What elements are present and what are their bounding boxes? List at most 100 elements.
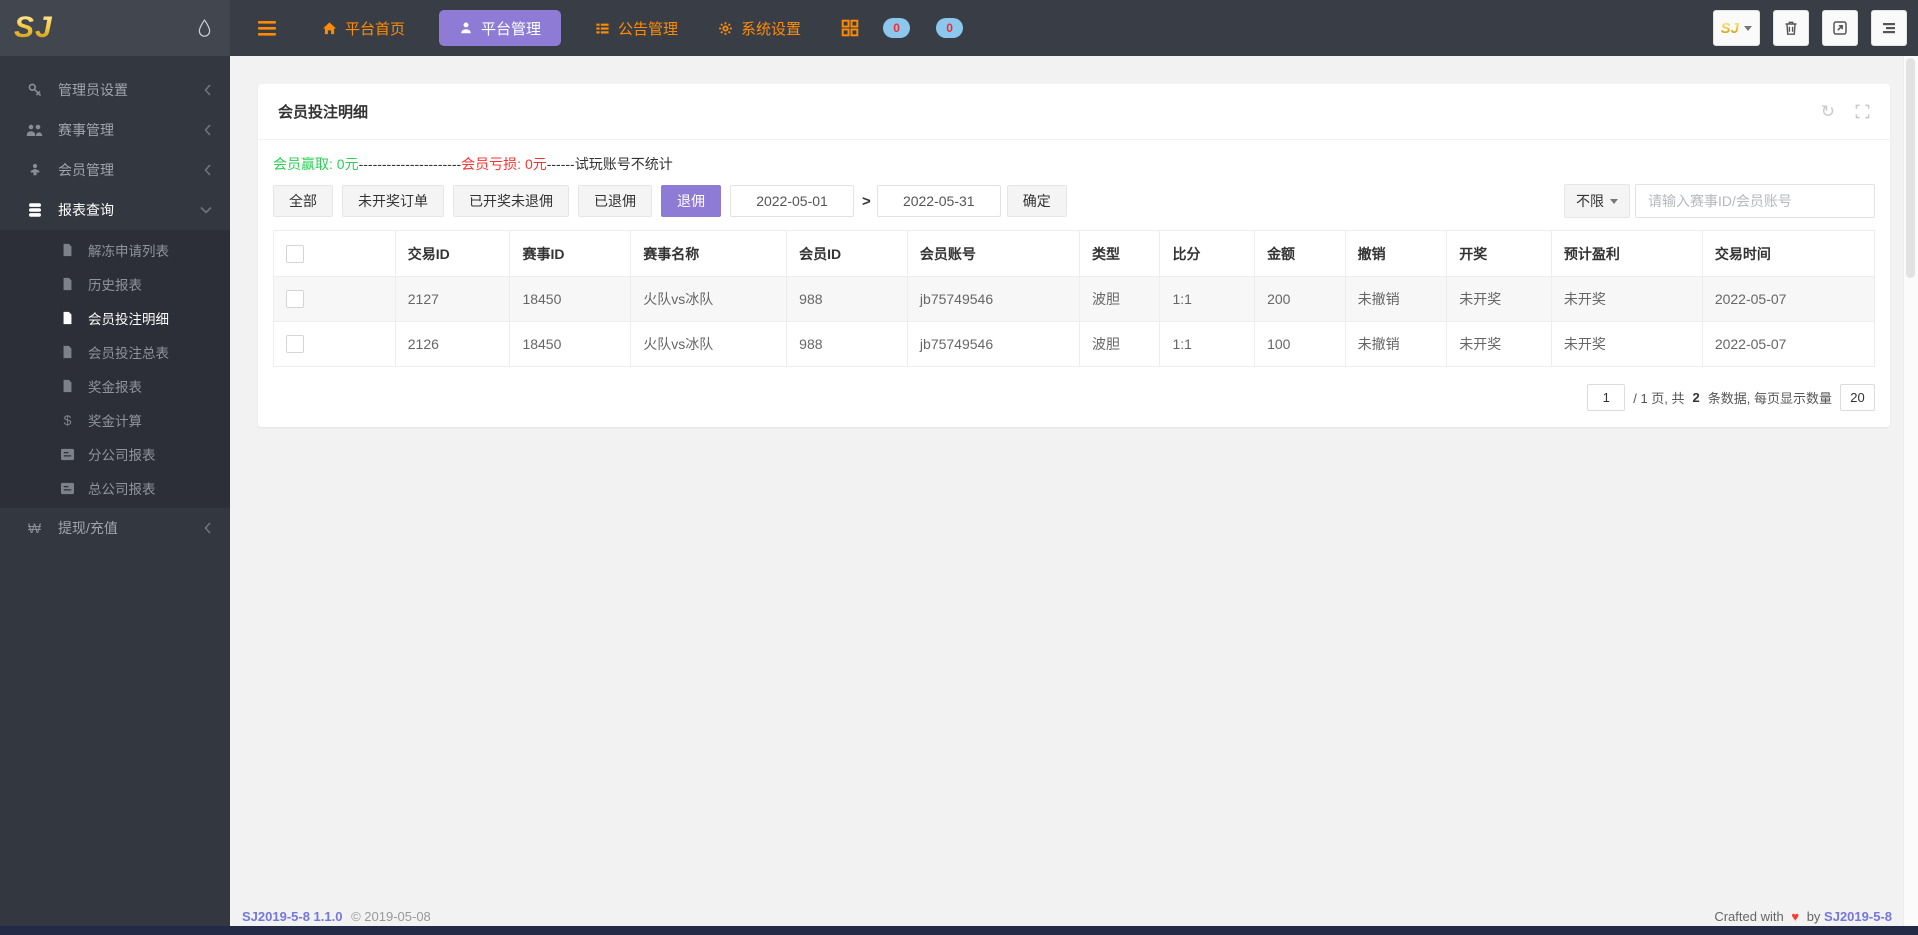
- cell-expected-profit: 未开奖: [1551, 277, 1702, 322]
- sidebar-subitem-branch-report[interactable]: 分公司报表: [0, 437, 230, 471]
- footer-left: SJ2019-5-8 1.1.0 © 2019-05-08: [242, 909, 431, 924]
- notification-badge-2[interactable]: 0: [936, 18, 963, 38]
- footer-right: Crafted with ♥ by SJ2019-5-8: [1714, 909, 1892, 924]
- column-header-score: 比分: [1160, 231, 1255, 277]
- fullscreen-icon[interactable]: [1855, 104, 1870, 119]
- page-size-input[interactable]: [1840, 384, 1875, 411]
- bets-table: 交易ID 赛事ID 赛事名称 会员ID 会员账号 类型 比分 金额 撤销 开奖: [273, 230, 1875, 367]
- card-header: 会员投注明细 ↻: [258, 84, 1890, 140]
- filter-commissioned-button[interactable]: 已退佣: [578, 185, 652, 217]
- announcement-list-icon: [595, 21, 610, 36]
- refresh-icon[interactable]: ↻: [1821, 103, 1835, 120]
- dollar-icon: $: [60, 413, 75, 427]
- page-number-input[interactable]: [1587, 384, 1625, 411]
- filter-commission-button[interactable]: 退佣: [661, 185, 721, 217]
- menu-toggle-icon[interactable]: [258, 21, 276, 36]
- cell-score: 1:1: [1160, 277, 1255, 322]
- filter-all-button[interactable]: 全部: [273, 185, 333, 217]
- chevron-down-icon: [200, 206, 212, 214]
- cell-cancel: 未撤销: [1345, 277, 1447, 322]
- chevron-left-icon: [204, 164, 212, 176]
- scope-dropdown-button[interactable]: 不限: [1564, 184, 1630, 218]
- cell-trade-id: 2127: [395, 277, 510, 322]
- caret-down-icon: [1744, 26, 1752, 31]
- database-icon: [26, 202, 43, 218]
- logo-area: SJ: [0, 0, 230, 56]
- sidebar-subitem-prize-report[interactable]: 奖金报表: [0, 369, 230, 403]
- grid-apps-icon[interactable]: [841, 19, 859, 37]
- cell-member-account: jb75749546: [907, 277, 1079, 322]
- cell-draw: 未开奖: [1447, 277, 1552, 322]
- footer-brand-link[interactable]: SJ2019-5-8: [1824, 909, 1892, 924]
- sidebar-subitem-prize-calculation[interactable]: $ 奖金计算: [0, 403, 230, 437]
- sidebar-subitem-member-bet-details[interactable]: 会员投注明细: [0, 301, 230, 335]
- table-header-row: 交易ID 赛事ID 赛事名称 会员ID 会员账号 类型 比分 金额 撤销 开奖: [274, 231, 1875, 277]
- column-header-trade-id: 交易ID: [395, 231, 510, 277]
- select-all-checkbox[interactable]: [286, 245, 304, 263]
- confirm-button[interactable]: 确定: [1007, 185, 1067, 217]
- sidebar-subitem-history-report[interactable]: 历史报表: [0, 267, 230, 301]
- nav-item-system-settings[interactable]: 系统设置: [698, 10, 821, 46]
- filter-drawn-uncommissioned-button[interactable]: 已开奖未退佣: [453, 185, 569, 217]
- gear-icon: [718, 21, 733, 36]
- sidebar-subitem-unfreeze-requests[interactable]: 解冻申请列表: [0, 233, 230, 267]
- nav-item-announcements[interactable]: 公告管理: [575, 10, 698, 46]
- nav-item-platform-admin[interactable]: 平台管理: [439, 10, 561, 46]
- sidebar-subitem-label: 奖金计算: [88, 410, 142, 430]
- scrollbar-thumb[interactable]: [1906, 58, 1915, 278]
- table-row[interactable]: 2127 18450 火队vs冰队 988 jb75749546 波胆 1:1 …: [274, 277, 1875, 322]
- sidebar-item-label: 赛事管理: [58, 120, 114, 140]
- users-group-icon: [26, 123, 43, 138]
- search-input[interactable]: [1635, 184, 1875, 218]
- cell-match-id: 18450: [510, 277, 631, 322]
- sidebar-subitem-label: 分公司报表: [88, 444, 156, 464]
- table-row[interactable]: 2126 18450 火队vs冰队 988 jb75749546 波胆 1:1 …: [274, 322, 1875, 367]
- key-icon: [26, 82, 43, 98]
- pagination: / 1 页, 共 2 条数据, 每页显示数量: [273, 384, 1875, 411]
- cell-member-account: jb75749546: [907, 322, 1079, 367]
- select-all-cell: [274, 231, 396, 277]
- topbar-right-actions: SJ: [1713, 10, 1918, 46]
- notification-badge-1[interactable]: 0: [883, 18, 910, 38]
- home-icon: [322, 21, 337, 36]
- sidebar-item-withdraw-deposit[interactable]: ₩ 提现/充值: [0, 508, 230, 548]
- date-to-input[interactable]: [877, 185, 1001, 217]
- sidebar-item-reports[interactable]: 报表查询: [0, 190, 230, 230]
- sidebar-item-match-management[interactable]: 赛事管理: [0, 110, 230, 150]
- open-external-button[interactable]: [1822, 10, 1858, 46]
- sidebar-item-label: 提现/充值: [58, 518, 118, 538]
- pagination-text-after: 条数据, 每页显示数量: [1708, 388, 1832, 407]
- sidebar-subitem-head-office-report[interactable]: 总公司报表: [0, 471, 230, 505]
- win-value: 0元: [337, 156, 359, 172]
- water-drop-icon[interactable]: [197, 18, 212, 39]
- mini-logo: SJ: [1721, 20, 1739, 37]
- footer-by-text: by: [1807, 909, 1821, 924]
- clear-cache-button[interactable]: [1773, 10, 1809, 46]
- sidebar: 管理员设置 赛事管理: [0, 56, 230, 935]
- theme-logo-dropdown-button[interactable]: SJ: [1713, 10, 1760, 46]
- cell-trade-time: 2022-05-07: [1702, 277, 1874, 322]
- footer-version-link[interactable]: SJ2019-5-8 1.1.0: [242, 909, 342, 924]
- more-menu-button[interactable]: [1871, 10, 1907, 46]
- row-checkbox[interactable]: [286, 290, 304, 308]
- filter-undrawn-orders-button[interactable]: 未开奖订单: [342, 185, 444, 217]
- sidebar-item-admin-settings[interactable]: 管理员设置: [0, 70, 230, 110]
- cell-cancel: 未撤销: [1345, 322, 1447, 367]
- nav-item-platform-home[interactable]: 平台首页: [302, 10, 425, 46]
- external-link-icon: [1832, 20, 1848, 36]
- sidebar-item-member-management[interactable]: 会员管理: [0, 150, 230, 190]
- heart-icon: ♥: [1791, 909, 1799, 924]
- nav-label: 系统设置: [741, 18, 801, 39]
- row-select-cell: [274, 277, 396, 322]
- date-from-input[interactable]: [730, 185, 854, 217]
- sidebar-subitem-label: 会员投注明细: [88, 308, 169, 328]
- column-header-member-id: 会员ID: [787, 231, 908, 277]
- row-checkbox[interactable]: [286, 335, 304, 353]
- vertical-scrollbar[interactable]: [1903, 56, 1918, 926]
- chevron-left-icon: [204, 124, 212, 136]
- loss-label: 会员亏损:: [461, 156, 521, 172]
- caret-down-icon: [1610, 199, 1618, 204]
- bottom-edge-bar: [0, 926, 1918, 935]
- sidebar-subitem-member-bet-summary[interactable]: 会员投注总表: [0, 335, 230, 369]
- cell-score: 1:1: [1160, 322, 1255, 367]
